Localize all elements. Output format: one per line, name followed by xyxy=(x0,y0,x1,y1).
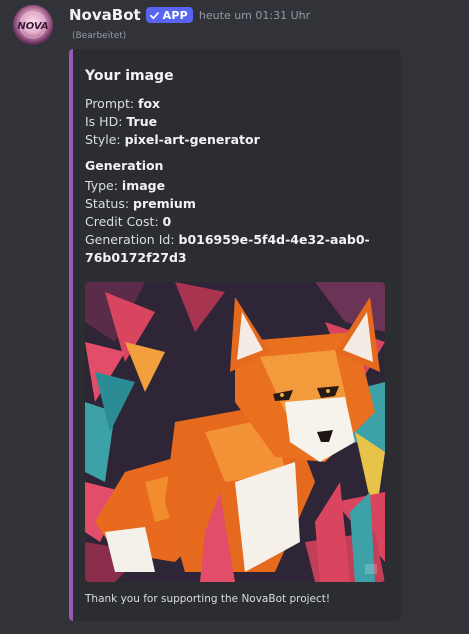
embed-footer: Thank you for supporting the NovaBot pro… xyxy=(85,593,331,605)
style-value: pixel-art-generator xyxy=(124,132,260,147)
credit-cost-label: Credit Cost: xyxy=(85,214,163,229)
hd-label: Is HD: xyxy=(85,114,127,129)
status-field: Status: premium xyxy=(85,195,196,213)
type-label: Type: xyxy=(85,178,122,193)
username[interactable]: NovaBot xyxy=(69,5,141,25)
embed-accent-bar xyxy=(69,49,73,621)
embed-title: Your image xyxy=(85,68,174,84)
edited-indicator: (Bearbeitet) xyxy=(72,31,127,41)
generation-id-label: Generation Id: xyxy=(85,232,179,247)
app-badge: APP xyxy=(145,7,193,23)
generation-section-title: Generation xyxy=(85,158,164,173)
credit-cost-value: 0 xyxy=(162,214,172,229)
style-field: Style: pixel-art-generator xyxy=(85,131,260,149)
status-label: Status: xyxy=(85,196,134,211)
generation-id-field: Generation Id: b016959e-5f4d-4e32-aab0-7… xyxy=(85,231,375,267)
hd-field: Is HD: True xyxy=(85,113,157,131)
verified-check-icon xyxy=(149,11,159,19)
generated-fox-image[interactable] xyxy=(85,282,385,582)
hd-value: True xyxy=(126,114,158,129)
avatar-logo-text: NOVA xyxy=(17,21,48,32)
prompt-field: Prompt: fox xyxy=(85,95,160,113)
prompt-label: Prompt: xyxy=(85,96,139,111)
credit-cost-field: Credit Cost: 0 xyxy=(85,213,171,231)
message-timestamp[interactable]: heute um 01:31 Uhr xyxy=(199,9,310,22)
status-value: premium xyxy=(133,196,196,211)
app-badge-label: APP xyxy=(162,8,188,22)
style-label: Style: xyxy=(85,132,125,147)
avatar-image: NOVA xyxy=(13,5,53,45)
bot-avatar[interactable]: NOVA xyxy=(13,5,53,45)
embed-card: Your image Prompt: fox Is HD: True Style… xyxy=(69,49,401,621)
fox-illustration xyxy=(85,282,385,582)
chat-message: NOVA NovaBot APP heute um 01:31 Uhr (Bea… xyxy=(0,0,469,634)
type-field: Type: image xyxy=(85,177,165,195)
message-header: NovaBot APP heute um 01:31 Uhr xyxy=(69,4,310,26)
type-value: image xyxy=(121,178,166,193)
prompt-value: fox xyxy=(138,96,161,111)
